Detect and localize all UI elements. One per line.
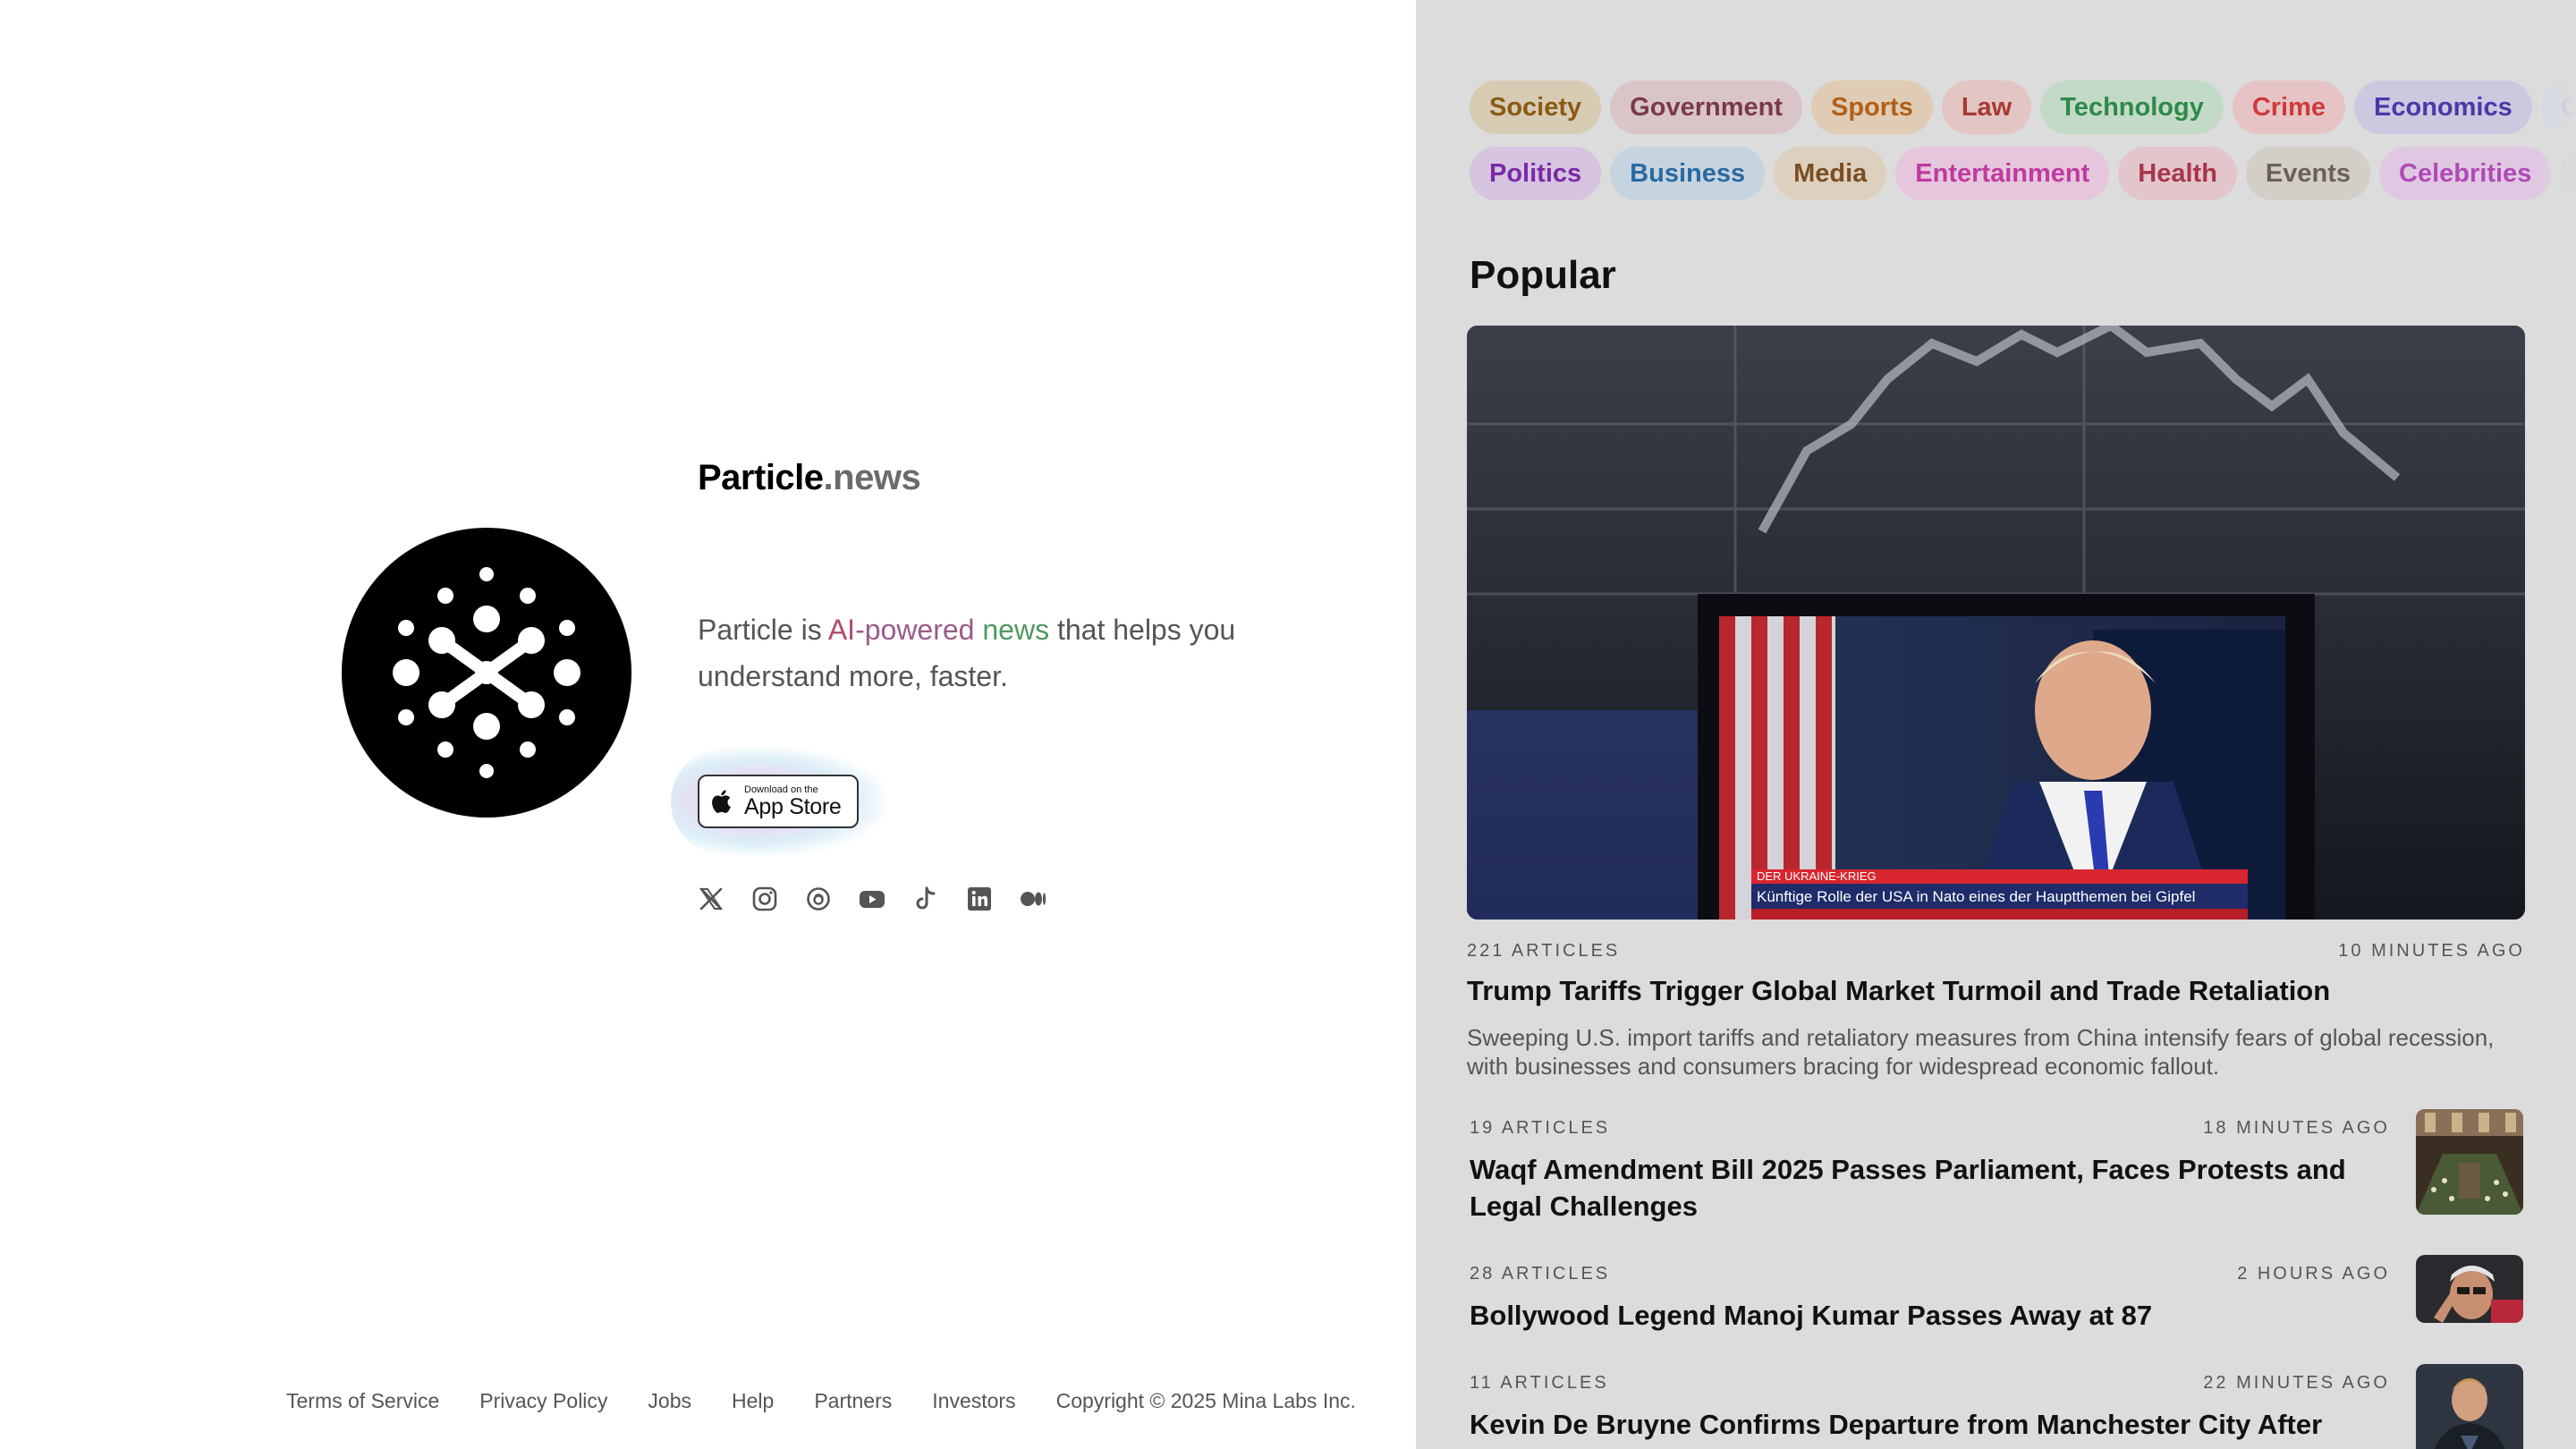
hero-timestamp: 10 MINUTES AGO (2338, 941, 2525, 961)
category-chip-politics[interactable]: Politics (1470, 147, 1602, 200)
category-row-1: Society Government Sports Law Technology Crim… (1470, 80, 2576, 134)
category-chip-events[interactable]: Events (2245, 147, 2371, 200)
story-item[interactable]: 28 ARTICLES 2 HOURS AGO Bollywood Legend… (1470, 1255, 2525, 1334)
category-chips: Society Government Sports Law Technology Crim… (1470, 80, 2576, 213)
footer: Terms of Service Privacy Policy Jobs Hel… (286, 1389, 1356, 1413)
medium-icon[interactable] (1020, 886, 1046, 912)
story-timestamp: 22 MINUTES AGO (2203, 1373, 2390, 1393)
apple-icon (712, 790, 731, 813)
story-timestamp: 18 MINUTES AGO (2203, 1118, 2390, 1138)
story-meta: 11 ARTICLES 22 MINUTES AGO (1470, 1373, 2390, 1394)
tiktok-icon[interactable] (912, 886, 939, 912)
category-chip-society[interactable]: Society (1470, 80, 1602, 134)
category-chip-celebrities[interactable]: Celebrities (2379, 147, 2552, 200)
brand-title: Particle.news (698, 458, 921, 498)
left-panel: Particle.news Particle is AI-powered new… (0, 0, 1416, 1449)
hero-title[interactable]: Trump Tariffs Trigger Global Market Turm… (1467, 975, 2330, 1007)
tagline: Particle is AI-powered news that helps y… (698, 606, 1324, 699)
category-chip-crime[interactable]: Crime (2232, 80, 2346, 134)
category-chip-entertainment[interactable]: Entertainment (1895, 147, 2110, 200)
tagline-powered: -powered (855, 614, 975, 646)
x-icon[interactable] (698, 886, 724, 912)
category-fade (2540, 72, 2576, 206)
actor-salute-thumbnail[interactable] (2416, 1255, 2523, 1323)
hero-ticker-main: Künftige Rolle der USA in Nato eines der… (1757, 888, 2195, 905)
hero-article-count: 221 ARTICLES (1467, 941, 1621, 961)
hero-ticker-top: DER UKRAINE-KRIEG (1757, 869, 1877, 883)
story-item[interactable]: 19 ARTICLES 18 MINUTES AGO Waqf Amendmen… (1470, 1109, 2525, 1224)
footer-jobs-link[interactable]: Jobs (648, 1389, 691, 1413)
hero-description: Sweeping U.S. import tariffs and retalia… (1467, 1024, 2495, 1080)
category-chip-government[interactable]: Government (1610, 80, 1802, 134)
story-meta: 19 ARTICLES 18 MINUTES AGO (1470, 1118, 2390, 1139)
category-chip-health[interactable]: Health (2118, 147, 2237, 200)
story-article-count: 19 ARTICLES (1470, 1118, 1611, 1138)
category-chip-economics[interactable]: Economics (2354, 80, 2532, 134)
youtube-icon[interactable] (859, 886, 886, 912)
footer-copyright: Copyright © 2025 Mina Labs Inc. (1055, 1389, 1356, 1412)
particle-logo (342, 528, 631, 818)
hero-image[interactable]: DER UKRAINE-KRIEG Künftige Rolle der USA… (1467, 326, 2525, 919)
parliament-thumbnail[interactable] (2416, 1109, 2523, 1215)
appstore-container: Download on the App Store (671, 748, 886, 855)
tagline-ai: AI (827, 614, 856, 646)
footer-privacy-link[interactable]: Privacy Policy (479, 1389, 607, 1413)
particle-logo-icon (393, 567, 580, 778)
threads-icon[interactable] (805, 886, 832, 912)
story-article-count: 11 ARTICLES (1470, 1373, 1609, 1393)
app-store-button[interactable]: Download on the App Store (698, 775, 859, 828)
linkedin-icon[interactable] (966, 886, 993, 912)
instagram-icon[interactable] (751, 886, 778, 912)
category-row-2: Politics Business Media Entertainment Health… (1470, 147, 2576, 200)
tagline-news: news (974, 614, 1050, 646)
story-title[interactable]: Waqf Amendment Bill 2025 Passes Parliame… (1470, 1151, 2390, 1224)
brand-suffix: .news (823, 458, 921, 497)
appstore-big-text: App Store (744, 793, 842, 819)
social-links (698, 886, 1046, 912)
footer-investors-link[interactable]: Investors (932, 1389, 1015, 1413)
popular-heading: Popular (1470, 253, 1616, 297)
story-title[interactable]: Bollywood Legend Manoj Kumar Passes Away… (1470, 1297, 2390, 1334)
category-chip-business[interactable]: Business (1610, 147, 1766, 200)
story-timestamp: 2 HOURS AGO (2237, 1264, 2390, 1284)
footballer-thumbnail[interactable] (2416, 1364, 2523, 1449)
category-chip-technology[interactable]: Technology (2040, 80, 2224, 134)
story-meta: 28 ARTICLES 2 HOURS AGO (1470, 1264, 2390, 1284)
brand-name: Particle (698, 458, 824, 497)
footer-terms-link[interactable]: Terms of Service (286, 1389, 439, 1413)
category-chip-media[interactable]: Media (1774, 147, 1887, 200)
story-item[interactable]: 11 ARTICLES 22 MINUTES AGO Kevin De Bruy… (1470, 1364, 2525, 1449)
story-title[interactable]: Kevin De Bruyne Confirms Departure from … (1470, 1406, 2390, 1449)
tagline-prefix: Particle is (698, 614, 828, 646)
right-panel: Society Government Sports Law Technology Crim… (1416, 0, 2576, 1449)
appstore-small-text: Download on the (744, 784, 818, 795)
category-chip-law[interactable]: Law (1941, 80, 2032, 134)
category-chip-sports[interactable]: Sports (1811, 80, 1933, 134)
footer-help-link[interactable]: Help (732, 1389, 774, 1413)
story-article-count: 28 ARTICLES (1470, 1264, 1611, 1284)
hero-meta: 221 ARTICLES 10 MINUTES AGO (1467, 941, 2525, 962)
footer-partners-link[interactable]: Partners (814, 1389, 892, 1413)
